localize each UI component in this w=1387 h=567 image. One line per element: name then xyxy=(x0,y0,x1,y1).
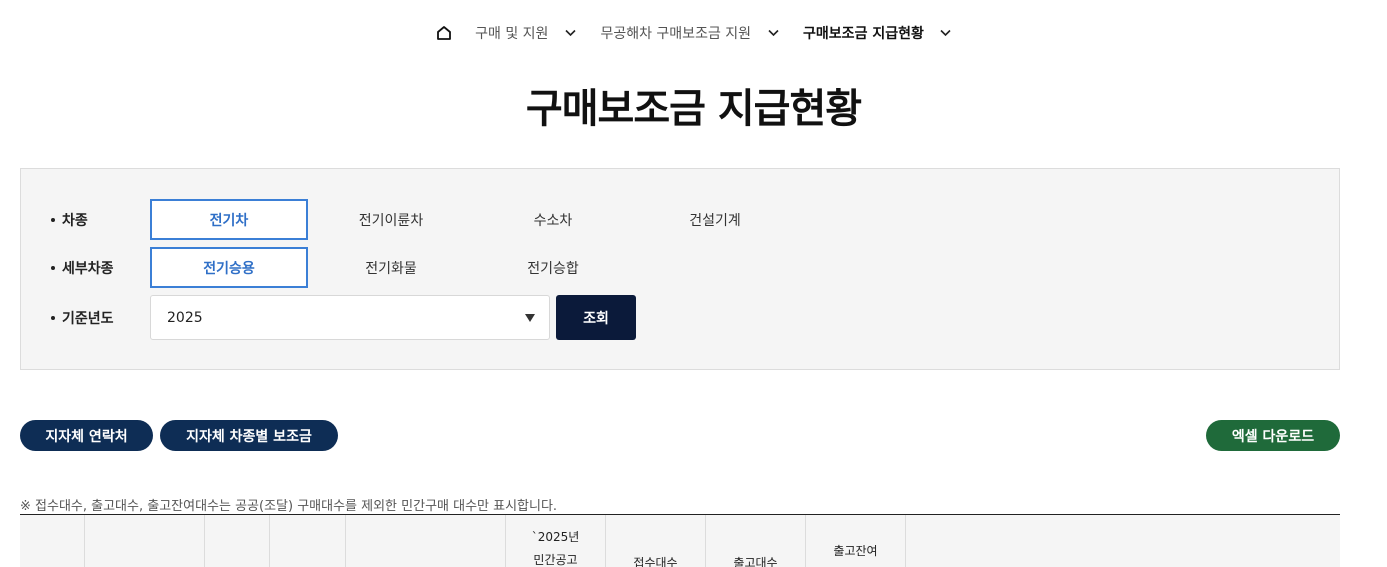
table-header-cell xyxy=(20,515,85,567)
breadcrumb: 구매 및 지원 무공해차 구매보조금 지원 구매보조금 지급현황 xyxy=(0,20,1387,46)
notice-text: ※ 접수대수, 출고대수, 출고잔여대수는 공공(조달) 구매대수를 제외한 민… xyxy=(20,499,558,514)
sub-type-option-bus[interactable]: 전기승합 xyxy=(474,247,632,288)
sub-type-label: 세부차종 xyxy=(51,258,114,278)
table-header-announcement: `2025년 민간공고 xyxy=(506,515,606,567)
breadcrumb-label: 구매 및 지원 xyxy=(475,26,549,42)
table-header-cell xyxy=(346,515,506,567)
local-subsidy-button[interactable]: 지자체 차종별 보조금 xyxy=(160,420,338,451)
filter-panel: 차종 전기차 전기이륜차 수소차 건설기계 세부차종 전기승용 전기화물 전기승… xyxy=(20,168,1340,370)
table-header-cell xyxy=(85,515,205,567)
vehicle-type-option-hydrogen[interactable]: 수소차 xyxy=(474,199,632,240)
sub-type-label-text: 세부차종 xyxy=(62,261,114,277)
vehicle-type-option-ev[interactable]: 전기차 xyxy=(150,199,308,240)
year-label: 기준년도 xyxy=(51,308,114,328)
local-contacts-button[interactable]: 지자체 연락처 xyxy=(20,420,153,451)
bullet-icon xyxy=(51,266,55,270)
vehicle-type-option-construction[interactable]: 건설기계 xyxy=(636,199,794,240)
bullet-icon xyxy=(51,218,55,222)
year-select-value: 2025 xyxy=(167,309,203,326)
vehicle-type-option-ev-motorcycle[interactable]: 전기이륜차 xyxy=(312,199,470,240)
table-header-cell xyxy=(270,515,346,567)
sub-type-option-cargo[interactable]: 전기화물 xyxy=(312,247,470,288)
chevron-down-icon xyxy=(940,27,952,39)
excel-download-button[interactable]: 엑셀 다운로드 xyxy=(1206,420,1340,451)
breadcrumb-item-subsidy-support[interactable]: 무공해차 구매보조금 지원 xyxy=(600,23,779,43)
year-label-text: 기준년도 xyxy=(62,311,114,327)
breadcrumb-item-purchase[interactable]: 구매 및 지원 xyxy=(475,23,576,43)
year-select[interactable]: 2025 xyxy=(150,295,550,340)
breadcrumb-label: 무공해차 구매보조금 지원 xyxy=(600,26,752,42)
sub-type-option-passenger[interactable]: 전기승용 xyxy=(150,247,308,288)
table-header-remaining: 출고잔여 xyxy=(806,515,906,567)
search-button[interactable]: 조회 xyxy=(556,295,636,340)
chevron-down-icon xyxy=(767,27,779,39)
table-header-received: 접수대수 xyxy=(606,515,706,567)
bullet-icon xyxy=(51,316,55,320)
page-title: 구매보조금 지급현황 xyxy=(525,86,862,132)
table-header-cell xyxy=(906,515,1340,567)
table-header: `2025년 민간공고 접수대수 출고대수 출고잔여 xyxy=(20,514,1340,567)
chevron-down-icon xyxy=(564,27,576,39)
breadcrumb-label: 구매보조금 지급현황 xyxy=(803,26,924,42)
vehicle-type-label: 차종 xyxy=(51,210,88,230)
table-header-delivered: 출고대수 xyxy=(706,515,806,567)
home-icon[interactable] xyxy=(435,24,453,42)
caret-down-icon xyxy=(525,314,535,322)
breadcrumb-item-current[interactable]: 구매보조금 지급현황 xyxy=(803,23,952,43)
vehicle-type-label-text: 차종 xyxy=(62,213,88,229)
table-header-cell xyxy=(205,515,270,567)
